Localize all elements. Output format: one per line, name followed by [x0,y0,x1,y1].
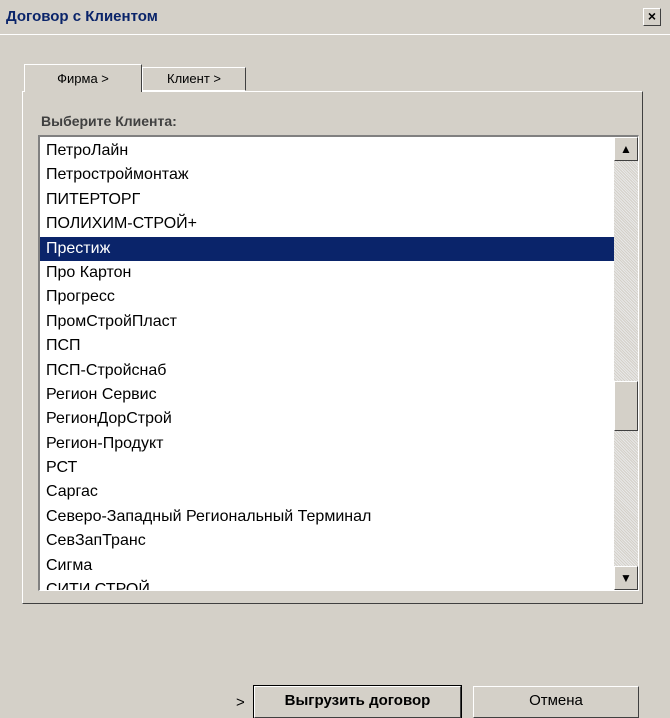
dialog-window: Договор с Клиентом × Фирма > Клиент > Вы… [0,0,670,718]
list-item[interactable]: ПетроЛайн [40,139,614,163]
triangle-down-icon: ▼ [620,571,632,585]
vertical-scrollbar[interactable]: ▲ ▼ [614,137,638,590]
scroll-thumb[interactable] [614,381,638,431]
tab-firma-label: Фирма > [57,71,109,86]
list-item[interactable]: РСТ [40,456,614,480]
window-title: Договор с Клиентом [6,8,158,25]
list-item[interactable]: ПСП-Стройснаб [40,359,614,383]
export-contract-button[interactable]: Выгрузить договор [253,685,462,718]
title-bar[interactable]: Договор с Клиентом × [0,0,670,35]
list-item[interactable]: Сигма [40,554,614,578]
list-item[interactable]: Северо-Западный Региональный Терминал [40,505,614,529]
scroll-up-button[interactable]: ▲ [614,137,638,161]
list-item[interactable]: Престиж [40,236,614,261]
client-list-items: ПетроЛайн Петростроймонтаж ПИТЕРТОРГ ПОЛИХИ… [40,139,614,590]
close-button[interactable]: × [643,8,661,26]
list-item[interactable]: ПИТЕРТОРГ [40,188,614,212]
list-item[interactable]: СевЗапТранс [40,529,614,553]
tab-client-label: Клиент > [167,71,221,86]
list-item[interactable]: ПСП [40,334,614,358]
triangle-up-icon: ▲ [620,142,632,156]
cancel-button[interactable]: Отмена [473,686,639,718]
list-item[interactable]: Саргас [40,480,614,504]
list-item[interactable]: ПОЛИХИМ-СТРОЙ+ [40,212,614,236]
client-list-label: Выберите Клиента: [41,113,177,129]
close-icon: × [647,8,657,24]
list-item[interactable]: РегионДорСтрой [40,407,614,431]
list-item[interactable]: Прогресс [40,285,614,309]
list-item[interactable]: Регион Сервис [40,383,614,407]
client-listbox[interactable]: ПетроЛайн Петростроймонтаж ПИТЕРТОРГ ПОЛИХИ… [38,135,639,591]
scroll-down-button[interactable]: ▼ [614,566,638,590]
list-item[interactable]: Про Картон [40,261,614,285]
list-item[interactable]: Петростроймонтаж [40,163,614,187]
list-item[interactable]: Регион-Продукт [40,432,614,456]
list-item[interactable]: СИТИ СТРОЙ [40,578,614,590]
step-marker: > [236,694,245,711]
tab-firma[interactable]: Фирма > [24,64,142,92]
list-item[interactable]: ПромСтройПласт [40,310,614,334]
tab-client[interactable]: Клиент > [142,67,246,91]
